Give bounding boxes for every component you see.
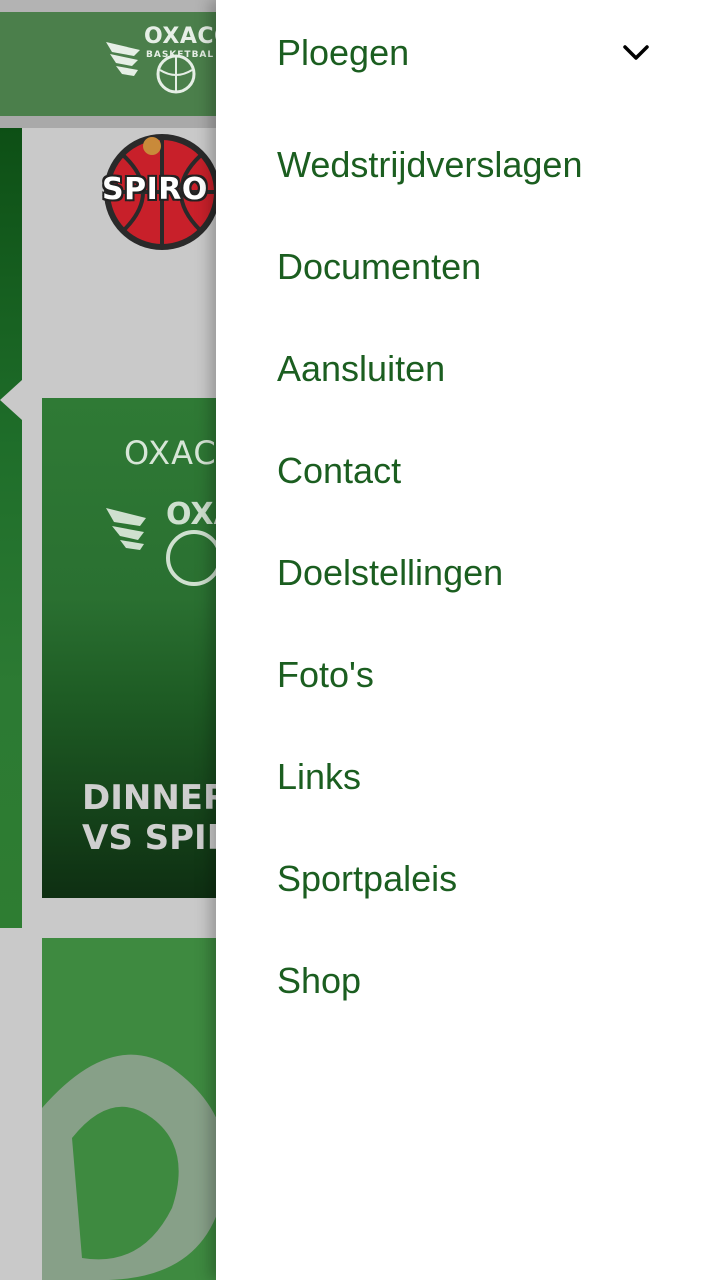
menu-item-links[interactable]: Links (277, 756, 361, 798)
menu-item-doelstellingen[interactable]: Doelstellingen (277, 552, 503, 594)
opponent-team-logo: SPIRO (94, 126, 234, 256)
menu-item-ploegen[interactable]: Ploegen (277, 32, 409, 74)
club-logo-subtext: BASKETBAL (146, 50, 215, 60)
side-notch (0, 380, 22, 420)
menu-item-aansluiten[interactable]: Aansluiten (277, 348, 445, 390)
menu-item-sportpaleis[interactable]: Sportpaleis (277, 858, 457, 900)
opponent-team-name: SPIRO (102, 172, 208, 207)
menu-item-wedstrijdverslagen[interactable]: Wedstrijdverslagen (277, 144, 582, 186)
menu-item-contact[interactable]: Contact (277, 450, 401, 492)
chevron-down-icon[interactable] (620, 40, 652, 64)
navigation-drawer: Ploegen Wedstrijdverslagen Documenten Aa… (216, 0, 720, 1280)
side-accent-band (0, 128, 22, 928)
menu-item-fotos[interactable]: Foto's (277, 654, 374, 696)
menu-item-shop[interactable]: Shop (277, 960, 361, 1002)
menu-item-documenten[interactable]: Documenten (277, 246, 481, 288)
club-logo-watermark: OXA (106, 497, 226, 586)
club-logo[interactable]: OXACO BASKETBAL (104, 20, 233, 96)
